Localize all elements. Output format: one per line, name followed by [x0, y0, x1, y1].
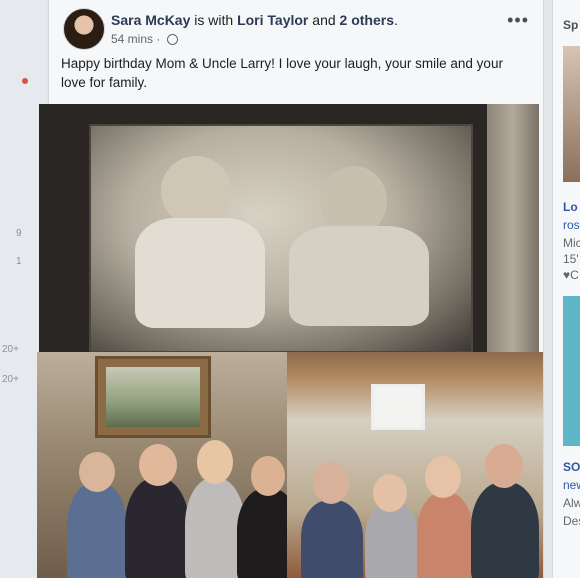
rail-count: 20+	[2, 344, 19, 355]
with-text: is with	[190, 12, 238, 28]
post-time[interactable]: 54 mins	[111, 32, 153, 46]
person-head	[313, 462, 349, 504]
sponsored-line: Des	[563, 514, 580, 528]
right-column: Sp Lo ros Mic 15' ♥C SO new Alw Des	[552, 0, 580, 578]
sponsored-line: 15'	[563, 252, 579, 266]
wall-painting	[95, 356, 211, 438]
right-column-header: Sp	[563, 18, 579, 32]
sponsored-title-2[interactable]: SO	[563, 460, 580, 474]
person-head	[373, 474, 407, 512]
person-head	[197, 440, 233, 484]
sponsored-line: ♥C	[563, 268, 579, 282]
person	[365, 502, 419, 578]
person	[237, 488, 287, 578]
author-avatar[interactable]	[63, 8, 105, 50]
baby-left-body	[135, 218, 265, 328]
rail-count: 20+	[2, 374, 19, 385]
tagged-others[interactable]: 2 others	[340, 12, 394, 28]
rail-count: 1	[16, 256, 22, 267]
person	[301, 500, 363, 578]
author-name[interactable]: Sara McKay	[111, 12, 190, 28]
person-head	[139, 444, 177, 486]
person	[125, 478, 189, 578]
vintage-photo	[89, 124, 473, 353]
baby-left-head	[161, 156, 231, 226]
post-photo-gym[interactable]	[287, 352, 543, 578]
sponsored-line: Alw	[563, 496, 580, 510]
sponsored-image[interactable]	[563, 46, 580, 182]
person	[417, 492, 473, 578]
person	[185, 478, 245, 578]
post-photo-group[interactable]	[37, 352, 287, 578]
baby-right-body	[289, 226, 429, 326]
person-head	[425, 456, 461, 498]
sponsored-line: Mic	[563, 236, 580, 250]
basketball-hoop	[371, 384, 425, 430]
person	[471, 482, 539, 578]
sponsored-line[interactable]: new	[563, 478, 580, 492]
period: .	[394, 12, 398, 28]
person-head	[485, 444, 523, 488]
and-text: and	[308, 12, 340, 28]
post-header: Sara McKay is with Lori Taylor and 2 oth…	[111, 12, 398, 28]
photo-frame-edge	[487, 104, 539, 352]
tagged-person[interactable]: Lori Taylor	[237, 12, 308, 28]
rail-count: 9	[16, 228, 22, 239]
globe-icon[interactable]	[166, 34, 178, 46]
post-text: Happy birthday Mom & Uncle Larry! I love…	[61, 56, 503, 90]
person-head	[251, 456, 285, 496]
notification-dot	[22, 78, 28, 84]
post-card: Sara McKay is with Lori Taylor and 2 oth…	[37, 0, 544, 578]
more-options-icon[interactable]: •••	[507, 10, 529, 31]
post-photo-main[interactable]	[39, 104, 539, 353]
sponsored-title[interactable]: Lo	[563, 200, 578, 214]
post-meta: 54 mins ·	[111, 32, 178, 46]
person-head	[79, 452, 115, 492]
sponsored-image-2[interactable]	[563, 296, 580, 446]
person	[67, 482, 127, 578]
sponsored-line[interactable]: ros	[563, 218, 580, 232]
meta-separator: ·	[153, 32, 164, 46]
